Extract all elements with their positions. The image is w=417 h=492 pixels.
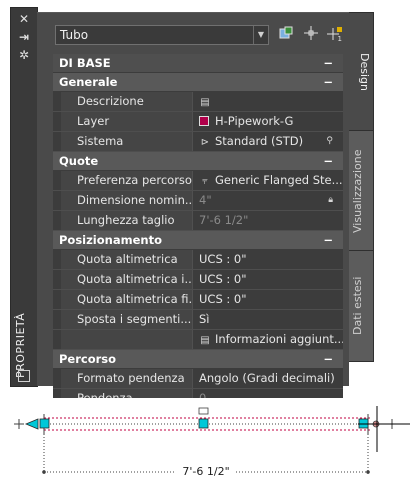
routing-preference-icon: ⫧ [202,176,208,187]
property-value[interactable]: 0 [199,389,343,398]
property-value[interactable]: Standard (STD) [215,134,303,148]
property-label [61,330,193,349]
section-di-base[interactable]: DI BASE − [53,54,343,73]
section-percorso[interactable]: Percorso − [53,350,343,369]
property-value[interactable]: Generic Flanged Ste... [215,173,343,187]
property-value[interactable]: Informazioni aggiunt... [215,332,343,346]
property-grid: DI BASE − Generale − Descrizione ▤ Layer… [53,54,343,398]
mid-grip [198,418,209,429]
tab-dati-estesi[interactable]: Dati estesi [349,250,374,362]
row-formato-pendenza[interactable]: Formato pendenza Angolo (Gradi decimali) [53,369,343,389]
row-informazioni-aggiuntive[interactable]: ▤ Informazioni aggiunt... [53,330,343,350]
section-posizionamento[interactable]: Posizionamento − [53,231,343,250]
collapse-icon[interactable]: − [323,73,333,91]
pipe-drawing: 7'-6 1/2" [14,406,410,478]
property-value[interactable]: UCS : 0" [199,290,343,309]
section-quote[interactable]: Quote − [53,152,343,171]
row-quota-altimetrica-finale[interactable]: Quota altimetrica fi... UCS : 0" [53,290,343,310]
dimension-text: 7'-6 1/2" [182,465,229,478]
left-arrow-grip [24,418,39,430]
property-value[interactable]: Angolo (Gradi decimali) [199,369,343,388]
collapse-icon[interactable]: − [323,231,333,249]
row-pendenza[interactable]: Pendenza 0 [53,389,343,398]
row-layer[interactable]: Layer H-Pipework-G [53,112,343,132]
row-dimensione-nominale[interactable]: Dimensione nomin... 4" 🔒︎ [53,191,343,211]
property-value: 7'-6 1/2" [199,213,249,227]
row-descrizione[interactable]: Descrizione ▤ [53,92,343,112]
palette-menu-icon[interactable] [18,370,30,382]
section-title: DI BASE [59,56,111,70]
section-title: Generale [59,75,118,89]
property-label: Descrizione [61,92,193,111]
dim-tick-right [366,470,370,474]
palette-title-strip: ✕ ⇥ ✲ PROPRIETÀ [10,7,38,387]
object-type-select[interactable]: Tubo ▼ [55,25,269,45]
pickadd-toggle-icon[interactable]: 1 [326,26,344,44]
collapse-icon[interactable]: − [323,152,333,170]
property-label: Quota altimetrica [61,250,193,269]
property-value[interactable]: UCS : 0" [199,270,343,289]
tab-design[interactable]: Design [349,12,374,132]
tab-label: Visualizzazione [351,149,364,233]
autohide-icon[interactable]: ⇥ [16,30,32,44]
description-edit-icon[interactable]: ▤ [199,93,211,111]
chevron-down-icon[interactable]: ▼ [253,26,268,44]
collapse-icon[interactable]: − [323,350,333,368]
property-value: 4" [199,193,212,207]
row-sposta-segmenti[interactable]: Sposta i segmenti... Sì [53,310,343,330]
palette-title: PROPRIETÀ [14,312,27,378]
additional-info-icon: ▤ [200,335,210,346]
property-label: Layer [61,112,193,131]
property-label: Lunghezza taglio [61,211,193,230]
row-sistema[interactable]: Sistema ⊳ Standard (STD) ⚲ [53,132,343,152]
property-value[interactable]: Sì [199,310,343,329]
property-label: Formato pendenza [61,369,193,388]
section-title: Percorso [59,352,117,366]
property-label: Sistema [61,132,193,151]
properties-panel: Tubo ▼ 1 DI BASE − Generale − Descrizion… [37,12,349,398]
object-type-value: Tubo [60,28,89,42]
property-label: Dimensione nomin... [61,191,193,210]
start-grip [39,418,50,429]
select-objects-icon[interactable] [302,26,320,44]
tab-label: Dati estesi [351,276,364,336]
left-add-connector [14,419,24,429]
row-preferenza-percorso[interactable]: Preferenza percorso ⫧ Generic Flanged Ste… [53,171,343,191]
property-label: Sposta i segmenti... [61,310,193,329]
row-lunghezza-taglio[interactable]: Lunghezza taglio 7'-6 1/2" [53,211,343,231]
property-label: Pendenza [61,389,193,398]
svg-text:1: 1 [338,35,342,42]
close-icon[interactable]: ✕ [16,12,32,26]
settings-icon[interactable]: ✲ [16,48,32,62]
row-quota-altimetrica-iniziale[interactable]: Quota altimetrica i... UCS : 0" [53,270,343,290]
section-generale[interactable]: Generale − [53,73,343,92]
tab-visualizzazione[interactable]: Visualizzazione [349,130,374,252]
dim-tick-left [42,470,46,474]
lock-icon: 🔒︎ [328,195,333,205]
collapse-icon[interactable]: − [323,54,333,72]
section-title: Posizionamento [59,233,162,247]
property-value[interactable]: H-Pipework-G [215,114,293,128]
section-title: Quote [59,154,99,168]
property-label: Quota altimetrica fi... [61,290,193,309]
top-grip [198,407,209,415]
row-quota-altimetrica[interactable]: Quota altimetrica UCS : 0" [53,250,343,270]
tab-label: Design [358,53,371,91]
system-browse-icon[interactable]: ⚲ [326,132,333,151]
system-icon: ⊳ [200,137,210,148]
drawing-area[interactable]: 7'-6 1/2" [0,400,417,489]
property-value[interactable]: UCS : 0" [199,250,343,269]
layer-color-swatch [199,116,209,126]
property-label: Preferenza percorso [61,171,193,190]
quick-select-icon[interactable] [277,26,295,44]
property-label: Quota altimetrica i... [61,270,193,289]
